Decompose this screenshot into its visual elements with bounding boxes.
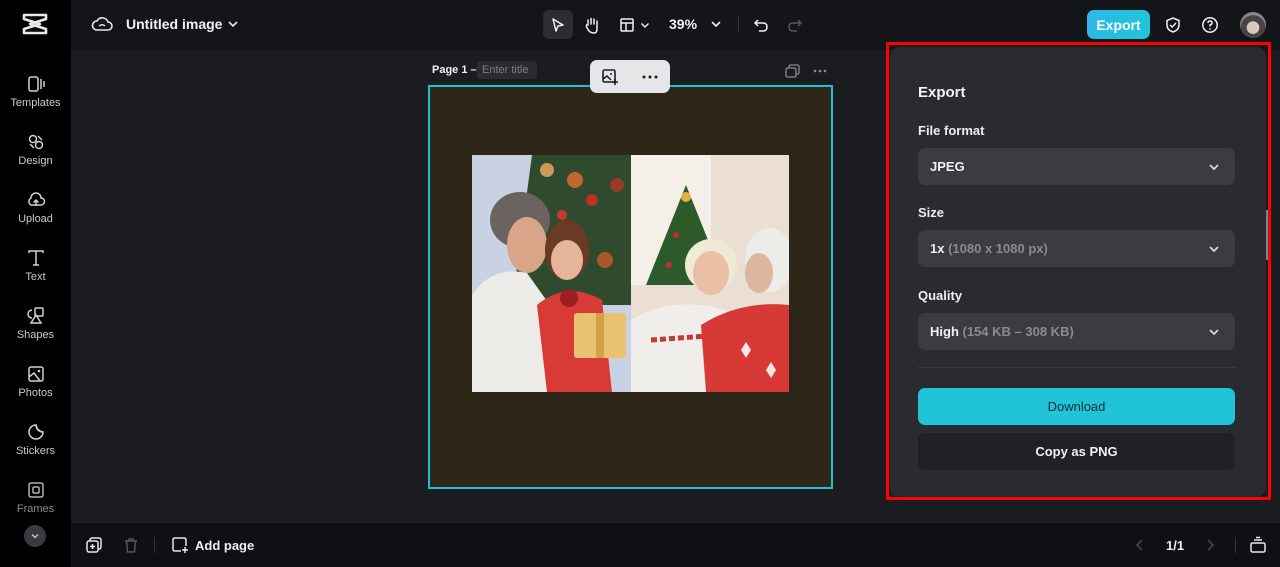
rail-item-label: Upload bbox=[18, 213, 53, 225]
photo-couple-christmas[interactable] bbox=[472, 155, 631, 392]
chevron-down-icon[interactable] bbox=[226, 17, 240, 31]
capcut-logo-icon[interactable] bbox=[20, 11, 50, 37]
rail-item-shapes[interactable]: Shapes bbox=[0, 306, 71, 356]
file-format-label: File format bbox=[918, 123, 985, 138]
select-tool-button[interactable] bbox=[543, 10, 573, 39]
rail-item-label: Photos bbox=[18, 387, 53, 399]
zoom-level[interactable]: 39% bbox=[669, 16, 697, 32]
add-page-icon bbox=[172, 537, 188, 553]
text-icon bbox=[27, 250, 44, 266]
page-indicator: 1/1 bbox=[1166, 538, 1185, 553]
hand-tool-button[interactable] bbox=[577, 10, 607, 39]
design-icon bbox=[28, 134, 43, 150]
add-image-button[interactable] bbox=[598, 65, 622, 89]
export-panel: Export File format JPEG Size 1x (1080 x … bbox=[890, 47, 1266, 497]
chevron-down-icon bbox=[1209, 164, 1219, 171]
photos-icon bbox=[27, 366, 44, 382]
layout-icon bbox=[620, 17, 634, 32]
next-page-button[interactable] bbox=[1201, 536, 1219, 554]
user-avatar[interactable] bbox=[1240, 12, 1266, 38]
rail-item-photos[interactable]: Photos bbox=[0, 364, 71, 414]
app-window: Templates Design Upload Text Shapes Phot… bbox=[0, 0, 1280, 567]
couple-photo-illustration bbox=[472, 155, 631, 392]
upload-icon bbox=[27, 192, 45, 206]
file-format-select[interactable]: JPEG bbox=[918, 148, 1235, 185]
toolbar-divider bbox=[738, 15, 739, 33]
page-label: Page 1 – bbox=[432, 64, 477, 76]
previous-page-button[interactable] bbox=[1131, 536, 1149, 554]
more-horizontal-icon bbox=[642, 75, 658, 78]
design-page[interactable] bbox=[428, 85, 833, 489]
help-button[interactable] bbox=[1198, 10, 1222, 39]
undo-icon bbox=[753, 18, 768, 32]
chevron-down-icon bbox=[641, 22, 649, 28]
file-format-value: JPEG bbox=[930, 159, 965, 174]
bottom-divider bbox=[1235, 537, 1236, 553]
document-title[interactable]: Untitled image bbox=[126, 16, 222, 32]
photo-elderly-couple-christmas[interactable] bbox=[631, 155, 789, 392]
rail-item-upload[interactable]: Upload bbox=[0, 190, 71, 240]
elderly-couple-photo-illustration bbox=[631, 155, 789, 392]
stickers-icon bbox=[27, 424, 44, 440]
shapes-icon bbox=[26, 307, 44, 324]
duplicate-page-button[interactable] bbox=[85, 536, 103, 554]
security-button[interactable] bbox=[1161, 10, 1185, 39]
panel-divider bbox=[918, 367, 1235, 368]
redo-button[interactable] bbox=[783, 10, 807, 39]
rail-more-button[interactable] bbox=[24, 525, 46, 547]
frames-icon bbox=[27, 482, 44, 498]
rail-item-label: Text bbox=[25, 271, 46, 283]
duplicate-page-icon[interactable] bbox=[785, 64, 801, 78]
page-more-icon[interactable] bbox=[812, 64, 828, 78]
rail-item-label: Design bbox=[18, 155, 53, 167]
export-button[interactable]: Export bbox=[1087, 10, 1150, 39]
rail-item-stickers[interactable]: Stickers bbox=[0, 422, 71, 472]
cloud-sync-icon[interactable] bbox=[91, 14, 113, 34]
left-rail: Templates Design Upload Text Shapes Phot… bbox=[0, 0, 71, 567]
page-manager-icon[interactable] bbox=[1249, 536, 1267, 554]
rail-item-text[interactable]: Text bbox=[0, 248, 71, 298]
quality-select[interactable]: High (154 KB – 308 KB) bbox=[918, 313, 1235, 350]
rail-item-design[interactable]: Design bbox=[0, 132, 71, 182]
size-select[interactable]: 1x (1080 x 1080 px) bbox=[918, 230, 1235, 267]
floating-toolbar bbox=[590, 60, 670, 93]
rail-item-frames[interactable]: Frames bbox=[0, 480, 71, 530]
quality-label: Quality bbox=[918, 288, 963, 303]
rail-item-templates[interactable]: Templates bbox=[0, 74, 71, 124]
add-page-label: Add page bbox=[195, 537, 255, 553]
delete-page-button[interactable] bbox=[122, 536, 140, 554]
add-page-button[interactable]: Add page bbox=[171, 535, 254, 555]
layout-menu-button[interactable] bbox=[614, 10, 656, 39]
redo-icon bbox=[788, 18, 803, 32]
chevron-down-icon bbox=[1209, 329, 1219, 336]
rail-item-label: Templates bbox=[10, 97, 61, 109]
rail-item-label: Shapes bbox=[16, 329, 55, 341]
page-title-input[interactable] bbox=[477, 61, 537, 79]
size-value: 1x bbox=[930, 241, 945, 256]
shield-check-icon bbox=[1166, 16, 1180, 33]
copy-as-png-button[interactable]: Copy as PNG bbox=[918, 433, 1235, 470]
panel-scrollbar[interactable] bbox=[1266, 210, 1268, 260]
bottom-divider bbox=[154, 537, 155, 553]
more-options-button[interactable] bbox=[638, 65, 662, 89]
image-add-icon bbox=[602, 68, 618, 85]
rail-item-label: Stickers bbox=[15, 445, 56, 457]
chevron-down-icon[interactable] bbox=[709, 17, 723, 31]
chevron-down-icon bbox=[1209, 246, 1219, 253]
hand-icon bbox=[585, 17, 598, 34]
size-detail: (1080 x 1080 px) bbox=[948, 241, 1048, 256]
top-bar: Untitled image 39% Export bbox=[71, 0, 1280, 50]
undo-button[interactable] bbox=[749, 10, 773, 39]
quality-detail: (154 KB – 308 KB) bbox=[962, 324, 1074, 339]
chevron-down-icon bbox=[31, 534, 39, 539]
size-label: Size bbox=[918, 205, 945, 220]
download-button[interactable]: Download bbox=[918, 388, 1235, 425]
cursor-arrow-icon bbox=[552, 17, 564, 32]
help-icon bbox=[1202, 16, 1218, 33]
rail-item-label: Frames bbox=[16, 503, 55, 515]
templates-icon bbox=[27, 76, 45, 92]
bottom-bar: Add page 1/1 bbox=[71, 522, 1280, 567]
export-panel-title: Export bbox=[918, 84, 966, 101]
quality-value: High bbox=[930, 324, 959, 339]
